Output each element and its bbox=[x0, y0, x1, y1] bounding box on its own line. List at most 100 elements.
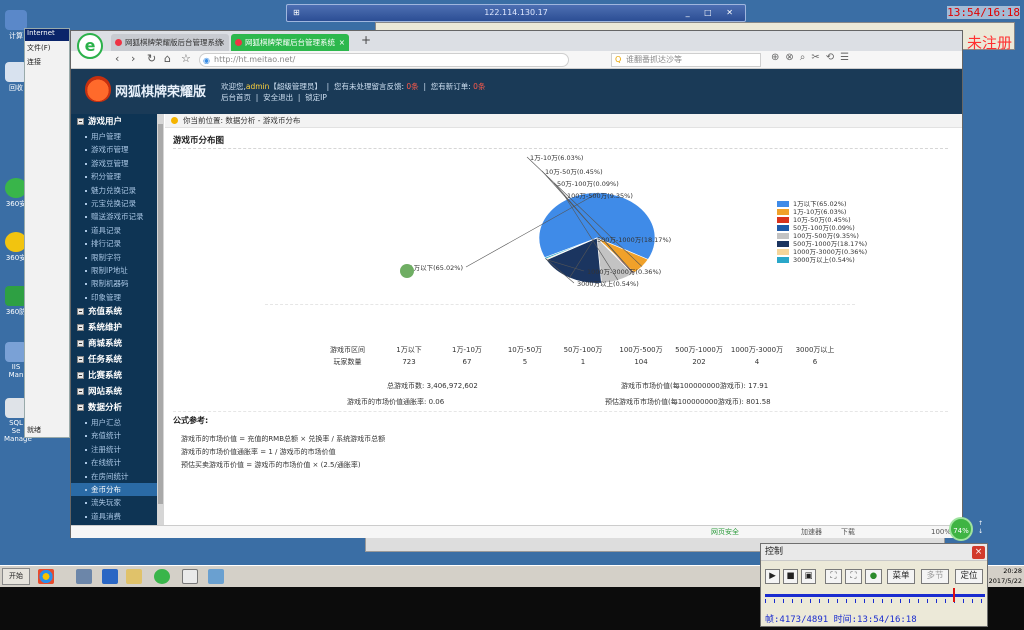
close-tab-icon[interactable]: × bbox=[339, 34, 345, 51]
window-menu[interactable]: 文件(F) bbox=[25, 41, 69, 55]
legend-item[interactable]: 10万-50万(0.45%) bbox=[777, 216, 867, 224]
browser-tab-2[interactable]: 网狐棋牌荣耀后台管理系统 × bbox=[231, 34, 349, 51]
orders-count[interactable]: 0条 bbox=[473, 82, 485, 91]
sidebar-group-analytics[interactable]: 数据分析 bbox=[71, 400, 157, 416]
sidebar-item[interactable]: 道具消费 bbox=[71, 510, 157, 523]
link-logout[interactable]: 安全退出 bbox=[263, 93, 293, 102]
sidebar-item[interactable]: 用户汇总 bbox=[71, 416, 157, 429]
breadcrumb: 你当前位置: 数据分析 - 游戏币分布 bbox=[165, 114, 962, 128]
sidebar-item[interactable]: 限制字符 bbox=[71, 251, 157, 264]
sidebar-item[interactable]: 限制IP地址 bbox=[71, 264, 157, 277]
accelerator-button[interactable]: 加速器 bbox=[801, 526, 822, 539]
sidebar-item[interactable]: 元宝兑换记录 bbox=[71, 197, 157, 210]
performance-badge[interactable]: 74% bbox=[949, 517, 973, 541]
remote-desktop-icon[interactable] bbox=[208, 569, 224, 584]
remote-desktop-bar[interactable]: ⊞ 122.114.130.17 _ □ ✕ bbox=[286, 4, 746, 22]
explorer-icon[interactable] bbox=[126, 569, 142, 584]
sidebar-group-recharge[interactable]: 充值系统 bbox=[71, 304, 157, 320]
star-icon[interactable]: ☆ bbox=[181, 52, 191, 65]
start-button[interactable]: 开始 bbox=[2, 568, 30, 585]
sidebar-item[interactable]: 积分管理 bbox=[71, 170, 157, 183]
sidebar-group-maintenance[interactable]: 系统维护 bbox=[71, 320, 157, 336]
pin-icon[interactable]: ⊞ bbox=[293, 5, 300, 21]
collapse-icon bbox=[77, 118, 84, 125]
legend-label: 50万-100万(0.09%) bbox=[793, 224, 855, 232]
legend-item[interactable]: 3000万以上(0.54%) bbox=[777, 256, 867, 264]
sidebar-item[interactable]: 印象管理 bbox=[71, 291, 157, 304]
sidebar-item[interactable]: 魅力兑换记录 bbox=[71, 184, 157, 197]
windows-icon[interactable] bbox=[38, 569, 54, 584]
sidebar-item[interactable]: 限制机器码 bbox=[71, 277, 157, 290]
window-tree-label: 连接 bbox=[27, 58, 41, 66]
sidebar-item[interactable]: 用户管理 bbox=[71, 130, 157, 143]
fit-screen-button[interactable]: ⛶ bbox=[825, 569, 842, 584]
sidebar-item[interactable]: 排行记录 bbox=[71, 237, 157, 250]
table-cell: 104 bbox=[634, 358, 648, 366]
zoom-level[interactable]: 100% bbox=[931, 526, 951, 539]
menu-button[interactable]: 菜单 bbox=[887, 569, 915, 584]
home-icon[interactable]: ⌂ bbox=[164, 52, 171, 65]
unread-count[interactable]: 0条 bbox=[406, 82, 418, 91]
inflation-rate: 游戏币的市场价值通胀率: 0.06 bbox=[347, 398, 445, 406]
legend-label: 1万以下(65.02%) bbox=[793, 200, 847, 208]
security-status[interactable]: 网页安全 bbox=[711, 526, 739, 539]
system-clock[interactable]: 20:28 2017/5/22 bbox=[989, 566, 1022, 586]
browser-toolbar-icons[interactable]: ⊕⊗⌕✂⟲☰ bbox=[771, 52, 855, 63]
server-manager-icon[interactable] bbox=[76, 569, 92, 584]
sidebar-item[interactable]: 在线统计 bbox=[71, 456, 157, 469]
search-input[interactable]: Q 谁翻番抓达沙等 bbox=[611, 53, 761, 67]
notepad-icon[interactable] bbox=[182, 569, 198, 584]
legend-item[interactable]: 1000万-3000万(0.36%) bbox=[777, 248, 867, 256]
download-button[interactable]: 下载 bbox=[841, 526, 855, 539]
browser-logo-icon[interactable]: e bbox=[77, 33, 103, 59]
site-info-icon[interactable]: ◉ bbox=[203, 55, 210, 67]
sidebar-item[interactable]: 游戏豆管理 bbox=[71, 157, 157, 170]
sidebar-group-website[interactable]: 网站系统 bbox=[71, 384, 157, 400]
legend-item[interactable]: 50万-100万(0.09%) bbox=[777, 224, 867, 232]
progress-marker[interactable] bbox=[952, 588, 955, 602]
sidebar-item[interactable]: 游戏币管理 bbox=[71, 143, 157, 156]
sidebar-group-mall[interactable]: 商城系统 bbox=[71, 336, 157, 352]
divider bbox=[265, 304, 855, 305]
formula-line: 游戏币的市场价值 = 充值的RMB总额 × 兑换率 / 系统游戏币总额 bbox=[181, 435, 386, 443]
legend-item[interactable]: 1万-10万(6.03%) bbox=[777, 208, 867, 216]
sidebar-scrollbar[interactable] bbox=[157, 114, 164, 525]
refresh-icon[interactable]: ↻ bbox=[147, 52, 156, 65]
back-icon[interactable]: ‹ bbox=[115, 52, 119, 65]
sidebar-group-users[interactable]: 游戏用户 bbox=[71, 114, 157, 130]
table-cell: 500万-1000万 bbox=[675, 346, 723, 354]
forward-icon[interactable]: › bbox=[131, 52, 135, 65]
legend-label: 3000万以上(0.54%) bbox=[793, 256, 855, 264]
multi-section-button[interactable]: 多节 bbox=[921, 569, 949, 584]
new-tab-icon[interactable]: + bbox=[361, 33, 371, 47]
sidebar-item[interactable]: 赠送游戏币记录 bbox=[71, 210, 157, 223]
sidebar-item[interactable]: 流失玩家 bbox=[71, 496, 157, 509]
sidebar-group-tasks[interactable]: 任务系统 bbox=[71, 352, 157, 368]
sidebar-item[interactable]: 道具记录 bbox=[71, 224, 157, 237]
remote-window-controls[interactable]: _ □ ✕ bbox=[686, 5, 739, 21]
browser-tab-1[interactable]: 网狐棋牌荣耀版后台管理系统 × bbox=[111, 34, 229, 51]
legend-item[interactable]: 100万-500万(9.35%) bbox=[777, 232, 867, 240]
expand-icon bbox=[77, 340, 84, 348]
fullscreen-button[interactable]: ⛶ bbox=[845, 569, 862, 584]
link-home[interactable]: 后台首页 bbox=[221, 93, 251, 102]
legend-item[interactable]: 1万以下(65.02%) bbox=[777, 200, 867, 208]
close-tab-icon[interactable]: × bbox=[219, 34, 225, 51]
pointer-button[interactable]: ● bbox=[865, 569, 882, 584]
sidebar-item-active[interactable]: 金币分布 bbox=[71, 483, 157, 497]
play-button[interactable]: ▶ bbox=[765, 569, 780, 584]
powershell-icon[interactable] bbox=[102, 569, 118, 584]
sidebar-group-match[interactable]: 比赛系统 bbox=[71, 368, 157, 384]
close-icon[interactable]: × bbox=[972, 546, 985, 559]
sidebar-item[interactable]: 充值统计 bbox=[71, 429, 157, 442]
frame-button[interactable]: ▣ bbox=[801, 569, 816, 584]
legend-item[interactable]: 500万-1000万(18.17%) bbox=[777, 240, 867, 248]
stop-button[interactable]: ■ bbox=[783, 569, 798, 584]
link-lock-ip[interactable]: 锁定IP bbox=[305, 93, 327, 102]
sidebar-item[interactable]: 在房间统计 bbox=[71, 470, 157, 483]
locate-button[interactable]: 定位 bbox=[955, 569, 983, 584]
browser-taskbar-icon[interactable] bbox=[154, 569, 170, 584]
sidebar-item[interactable]: 注册统计 bbox=[71, 443, 157, 456]
scrollbar-thumb[interactable] bbox=[158, 124, 163, 504]
address-bar[interactable]: ◉ http://ht.meitao.net/ bbox=[199, 53, 569, 67]
